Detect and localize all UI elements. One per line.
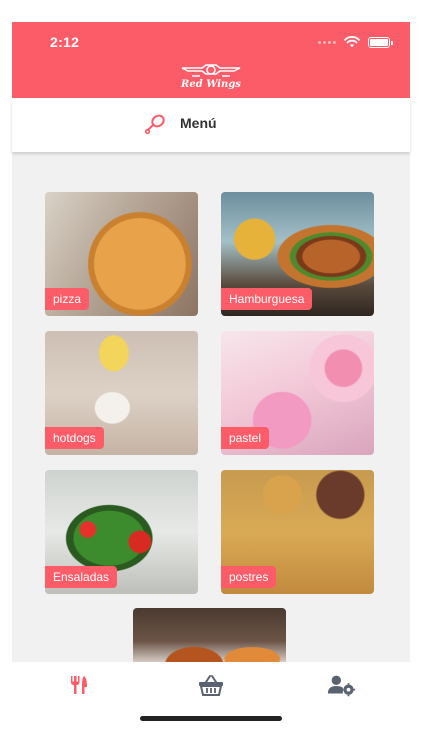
category-label: pastel — [221, 427, 270, 449]
tab-menu[interactable] — [64, 672, 94, 698]
basket-icon — [199, 675, 223, 696]
menu-title: Menú — [180, 115, 217, 131]
category-card-pizza[interactable]: pizza — [45, 192, 198, 316]
category-label: postres — [221, 566, 277, 588]
signal-icon — [318, 40, 336, 44]
category-card-postres[interactable]: postres — [221, 470, 374, 594]
bottom-tab-bar — [12, 662, 410, 710]
category-label: Ensaladas — [45, 566, 118, 588]
category-card-partial[interactable] — [133, 608, 286, 662]
category-card-hamburguesa[interactable]: Hamburguesa — [221, 192, 374, 316]
category-card-hotdogs[interactable]: hotdogs — [45, 331, 198, 455]
category-label: hotdogs — [45, 427, 104, 449]
utensils-icon — [71, 676, 87, 694]
chicken-leg-icon — [144, 114, 165, 135]
red-wings-logo: Red Wings — [180, 62, 242, 94]
tab-basket[interactable] — [196, 672, 226, 698]
category-card-pastel[interactable]: pastel — [221, 331, 374, 455]
tab-user-settings[interactable] — [326, 672, 356, 698]
category-label: Hamburguesa — [221, 288, 313, 310]
app-header: 2:12 Red Wings — [12, 22, 410, 98]
home-indicator[interactable] — [140, 716, 282, 721]
app-screen: 2:12 Red Wings Menú pizza Hamburguesa ho… — [0, 0, 422, 750]
user-settings-icon — [327, 675, 356, 697]
status-time: 2:12 — [50, 34, 80, 50]
wifi-icon — [344, 36, 360, 48]
status-icons — [318, 36, 393, 48]
category-card-ensaladas[interactable]: Ensaladas — [45, 470, 198, 594]
category-grid: pizza Hamburguesa hotdogs pastel Ensalad… — [12, 152, 410, 662]
logo-text: Red Wings — [181, 79, 241, 90]
category-label: pizza — [45, 288, 90, 310]
battery-icon — [368, 36, 393, 48]
menu-title-bar: Menú — [12, 98, 410, 152]
